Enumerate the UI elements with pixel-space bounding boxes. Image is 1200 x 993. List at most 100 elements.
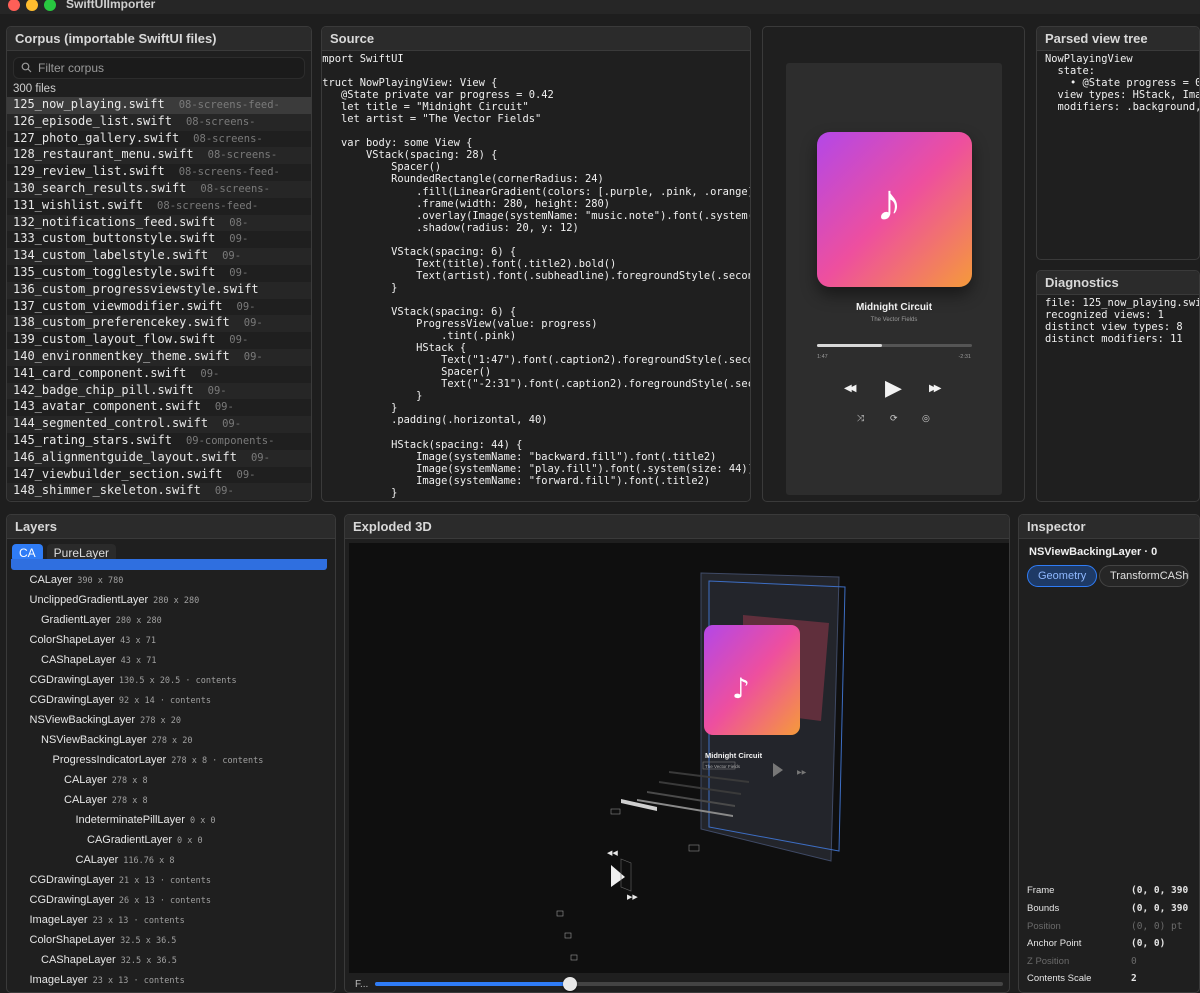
layer-dimensions: 278 x 20 — [140, 716, 182, 726]
property-value[interactable]: (0, 0, 390 — [1131, 885, 1188, 896]
property-value[interactable]: 2 — [1131, 973, 1137, 984]
tab-geometry[interactable]: Geometry — [1027, 565, 1098, 587]
file-name: 127_photo_gallery.swift — [13, 130, 180, 145]
layer-name: CAGradientLayer — [87, 834, 172, 846]
file-row[interactable]: 147_viewbuilder_section.swift 09- — [7, 467, 311, 484]
file-tag: 08-screens- — [207, 149, 278, 162]
property-value[interactable]: (0, 0, 390 — [1131, 903, 1188, 914]
file-row[interactable]: 142_badge_chip_pill.swift 09- — [7, 382, 311, 400]
file-row[interactable]: 131_wishlist.swift 08-screens-feed- — [7, 198, 311, 215]
file-row[interactable]: 137_custom_viewmodifier.swift 09- — [7, 299, 311, 316]
file-row[interactable]: 141_card_component.swift 09- — [7, 366, 311, 383]
layer-row[interactable]: NSViewBackingLayer 278 x 20 — [41, 734, 193, 754]
property-value[interactable]: 0 — [1131, 956, 1137, 967]
layer-row[interactable]: CGDrawingLayer 92 x 14 · contents — [30, 694, 212, 714]
file-row[interactable]: 128_restaurant_menu.swift 08-screens- — [7, 147, 311, 165]
repeat-icon[interactable]: ⟳ — [890, 414, 898, 423]
layer-row[interactable]: CALayer 390 x 780 — [30, 574, 124, 594]
layer-row[interactable]: CAShapeLayer 32.5 x 36.5 — [41, 954, 177, 974]
forward-icon[interactable]: ▶▶ — [929, 384, 942, 394]
close-window-button[interactable] — [8, 0, 20, 11]
minimize-window-button[interactable] — [26, 0, 38, 11]
layer-row[interactable]: CALayer 278 x 8 — [64, 794, 148, 814]
file-row[interactable]: 139_custom_layout_flow.swift 09- — [7, 332, 311, 349]
file-row[interactable]: 145_rating_stars.swift 09-components- — [7, 433, 311, 450]
file-list[interactable]: 125_now_playing.swift 08-screens-feed- 126… — [7, 97, 311, 501]
file-row[interactable]: 132_notifications_feed.swift 08- — [7, 214, 311, 232]
property-key: Anchor Point — [1027, 938, 1082, 949]
exploded-3d-panel: Exploded 3D ♪ Midnight Circuit The Vecto… — [344, 514, 1010, 993]
file-row[interactable]: 136_custom_progressviewstyle.swift — [7, 281, 311, 299]
layer-row[interactable]: ImageLayer 23 x 13 · contents — [30, 914, 185, 934]
explode-slider-knob[interactable] — [562, 977, 577, 991]
file-row[interactable]: 140_environmentkey_theme.swift 09- — [7, 348, 311, 366]
layer-row[interactable]: CAShapeLayer 43 x 71 — [41, 654, 156, 674]
scene-play-button-layer — [611, 865, 625, 887]
file-name: 142_badge_chip_pill.swift — [13, 382, 194, 397]
layer-row[interactable]: ColorShapeLayer 32.5 x 36.5 — [30, 934, 177, 954]
scene-title-layer: Midnight Circuit — [705, 751, 763, 760]
file-row[interactable]: 130_search_results.swift 08-screens- — [7, 180, 311, 198]
file-row[interactable]: 135_custom_togglestyle.swift 09- — [7, 265, 311, 282]
file-row[interactable]: 146_alignmentguide_layout.swift 09- — [7, 449, 311, 467]
layer-row[interactable]: CGDrawingLayer 21 x 13 · contents — [30, 874, 212, 894]
file-row[interactable]: 143_avatar_component.swift 09- — [7, 399, 311, 416]
layer-row[interactable]: CGDrawingLayer 26 x 13 · contents — [30, 894, 212, 914]
shuffle-icon[interactable]: ⤨ — [857, 414, 864, 423]
backward-icon[interactable]: ◀◀ — [844, 384, 857, 394]
layer-row[interactable]: GradientLayer 280 x 280 — [41, 614, 162, 634]
layer-row[interactable]: CAGradientLayer 0 x 0 — [87, 834, 203, 854]
file-name: 132_notifications_feed.swift — [13, 214, 216, 229]
selected-layer-row[interactable] — [11, 559, 327, 570]
file-name: 131_wishlist.swift — [13, 197, 144, 212]
file-row[interactable]: 148_shimmer_skeleton.swift 09- — [7, 483, 311, 501]
source-header: Source — [322, 27, 750, 51]
file-row[interactable]: 133_custom_buttonstyle.swift 09- — [7, 231, 311, 248]
tab-transform[interactable]: TransformCAShape — [1099, 565, 1189, 587]
layer-row[interactable]: ColorShapeLayer 43 x 71 — [30, 634, 156, 654]
zoom-window-button[interactable] — [44, 0, 56, 11]
file-tag: 09- — [214, 485, 234, 498]
layer-row[interactable]: ProgressIndicatorLayer 278 x 8 · contents — [53, 754, 264, 774]
layer-dimensions: 26 x 13 · contents — [118, 896, 211, 906]
corpus-search-input[interactable]: Filter corpus — [13, 57, 305, 79]
file-row[interactable]: 134_custom_labelstyle.swift 09- — [7, 248, 311, 265]
layer-row[interactable]: IndeterminatePillLayer 0 x 0 — [76, 814, 216, 834]
layers-panel: Layers CA PureLayer CALayer 390 x 780 Uncl… — [6, 514, 336, 993]
layer-row[interactable]: CALayer 116.76 x 8 — [76, 854, 175, 874]
file-tag: 09- — [236, 300, 256, 313]
property-value[interactable]: (0, 0) — [1131, 938, 1165, 949]
layer-name: ImageLayer — [29, 974, 88, 986]
layer-row[interactable]: CALayer 278 x 8 — [64, 774, 148, 794]
file-row[interactable]: 144_segmented_control.swift 09- — [7, 416, 311, 433]
view-tree-content[interactable]: NowPlayingView state: • @State progress … — [1045, 53, 1199, 113]
scene-forward-button-layer: ▶▶ — [627, 894, 638, 901]
file-name: 139_custom_layout_flow.swift — [13, 332, 216, 347]
airplay-icon[interactable]: ◎ — [922, 414, 930, 423]
artist-name: The Vector Fields — [870, 317, 918, 323]
diagnostics-panel: Diagnostics file: 125_now_playing.swif r… — [1036, 270, 1200, 502]
file-row[interactable]: 129_review_list.swift 08-screens-feed- — [7, 164, 311, 181]
file-name: 136_custom_progressviewstyle.swift — [13, 281, 259, 296]
file-name: 134_custom_labelstyle.swift — [13, 248, 209, 263]
explode-slider[interactable] — [375, 977, 1003, 991]
file-row[interactable]: 138_custom_preferencekey.swift 09- — [7, 315, 311, 333]
layer-name: ColorShapeLayer — [29, 634, 116, 646]
layer-dimensions: 278 x 8 · contents — [171, 756, 264, 766]
layer-row[interactable]: UnclippedGradientLayer 280 x 280 — [30, 594, 200, 614]
file-row[interactable]: 125_now_playing.swift 08-screens-feed- — [7, 97, 311, 114]
layer-row[interactable]: NSViewBackingLayer 278 x 20 — [30, 714, 182, 734]
file-name: 133_custom_buttonstyle.swift — [13, 231, 216, 246]
layer-row[interactable]: ImageLayer 23 x 13 · contents — [29, 974, 185, 992]
layer-row[interactable]: CGDrawingLayer 130.5 x 20.5 · contents — [30, 674, 237, 694]
source-code[interactable]: import SwiftUI struct NowPlayingView: Vi… — [322, 53, 750, 499]
layer-name: CALayer — [29, 574, 73, 586]
layer-dimensions: 32.5 x 36.5 — [120, 936, 177, 946]
file-row[interactable]: 127_photo_gallery.swift 08-screens- — [7, 131, 311, 148]
play-icon[interactable]: ▶ — [885, 377, 902, 399]
property-value[interactable]: (0, 0) pt — [1131, 921, 1182, 932]
layer-name: ProgressIndicatorLayer — [52, 754, 167, 766]
exploded-3d-viewport[interactable]: ♪ Midnight Circuit The Vector Fields ▶▶ … — [349, 543, 1009, 973]
file-row[interactable]: 126_episode_list.swift 08-screens- — [7, 113, 311, 131]
progress-bar[interactable] — [817, 344, 972, 347]
